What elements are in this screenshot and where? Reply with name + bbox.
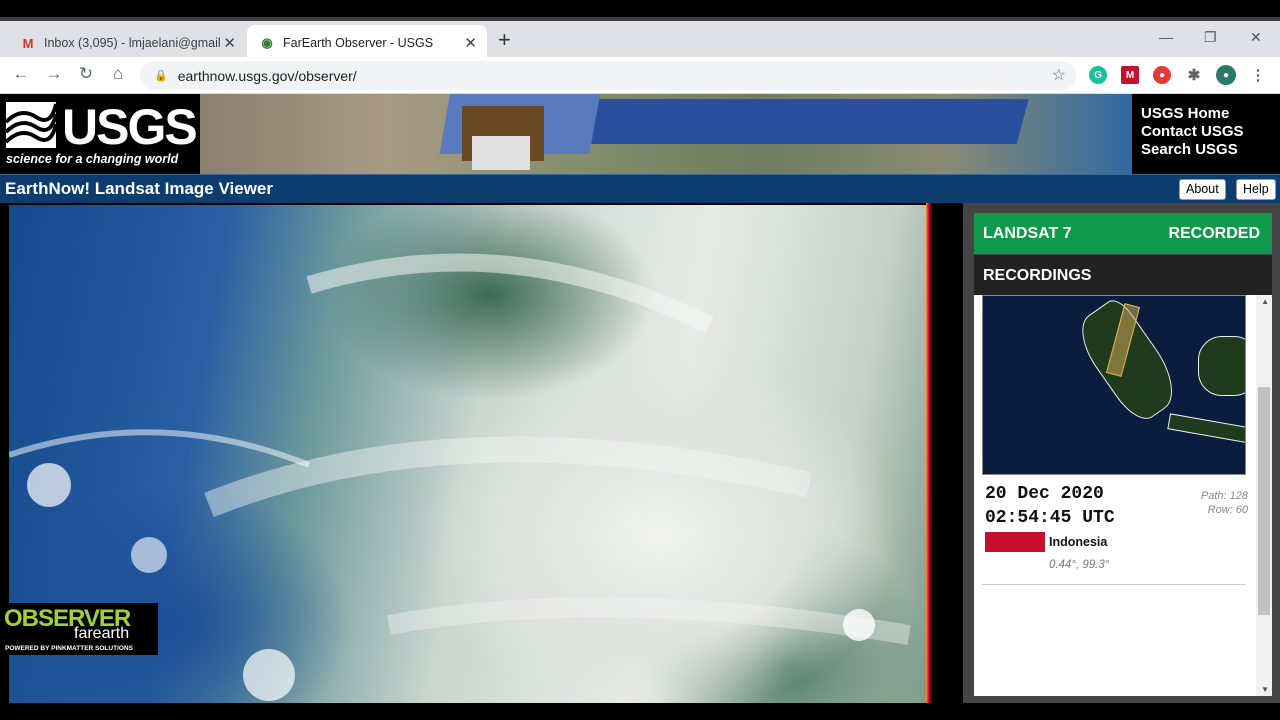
browser-toolbar: ← → ↻ ⌂ 🔒 earthnow.usgs.gov/observer/ ☆ … bbox=[0, 57, 1280, 94]
satellite-status-bar: LANDSAT 7 RECORDED bbox=[974, 213, 1272, 254]
close-tab-icon[interactable]: ✕ bbox=[464, 34, 477, 52]
browser-tabstrip: M Inbox (3,095) - lmjaelani@gmail.c ✕ ◉ … bbox=[0, 17, 1280, 61]
search-usgs-link[interactable]: Search USGS bbox=[1141, 141, 1244, 159]
window-top-edge bbox=[0, 0, 1280, 17]
usgs-tagline: science for a changing world bbox=[6, 152, 179, 166]
scroll-up-icon[interactable]: ▲ bbox=[1261, 297, 1269, 306]
forward-icon[interactable]: → bbox=[43, 64, 65, 84]
home-icon[interactable]: ⌂ bbox=[107, 64, 129, 84]
path-value: Path: 128 bbox=[1200, 490, 1248, 502]
adblock-icon[interactable]: ● bbox=[1153, 66, 1171, 84]
url-text: earthnow.usgs.gov/observer/ bbox=[177, 67, 357, 84]
lock-icon: 🔒 bbox=[154, 70, 168, 82]
close-tab-icon[interactable]: ✕ bbox=[223, 34, 236, 52]
java-landmass bbox=[1167, 413, 1245, 445]
row-value: Row: 60 bbox=[1207, 504, 1248, 516]
scene-edge bbox=[926, 203, 932, 703]
restore-icon[interactable]: ❐ bbox=[1204, 29, 1217, 46]
satellite-graphic bbox=[439, 94, 1029, 170]
gmail-icon: M bbox=[22, 35, 34, 51]
scroll-thumb[interactable] bbox=[1258, 387, 1270, 615]
tab-title: Inbox (3,095) - lmjaelani@gmail.c bbox=[44, 36, 220, 50]
page-title: EarthNow! Landsat Image Viewer bbox=[5, 179, 273, 198]
window-bottom-edge bbox=[0, 703, 1280, 720]
farearth-icon: ◉ bbox=[261, 35, 273, 50]
recording-date: 20 Dec 2020 bbox=[985, 484, 1104, 504]
image-viewer[interactable]: OBSERVER farearth POWERED BY PINKMATTER … bbox=[0, 203, 963, 703]
contact-usgs-link[interactable]: Contact USGS bbox=[1141, 123, 1244, 141]
avatar[interactable]: ● bbox=[1216, 65, 1236, 85]
scrollbar[interactable]: ▲ ▼ bbox=[1256, 295, 1272, 696]
new-tab-button[interactable]: + bbox=[498, 27, 511, 53]
screen: M Inbox (3,095) - lmjaelani@gmail.c ✕ ◉ … bbox=[0, 0, 1280, 720]
recording-datetime: 20 Dec 2020 02:54:45 UTC bbox=[985, 482, 1115, 530]
help-button[interactable]: Help bbox=[1236, 179, 1276, 200]
tab-gmail[interactable]: M Inbox (3,095) - lmjaelani@gmail.c ✕ bbox=[10, 25, 246, 61]
grammarly-icon[interactable]: G bbox=[1089, 66, 1107, 84]
tab-title: FarEarth Observer - USGS bbox=[283, 36, 434, 50]
usgs-wave-icon bbox=[6, 102, 58, 148]
usgs-banner: USGS science for a changing world USGS H… bbox=[0, 94, 1280, 174]
usgs-wordmark: USGS bbox=[62, 99, 198, 155]
borneo-landmass bbox=[1198, 336, 1245, 396]
path-row: Path: 128 Row: 60 bbox=[1201, 489, 1248, 517]
reload-icon[interactable]: ↻ bbox=[75, 64, 97, 84]
indonesia-flag-icon bbox=[985, 532, 1045, 552]
satellite-name: LANDSAT 7 bbox=[983, 225, 1072, 242]
usgs-logo[interactable]: USGS science for a changing world bbox=[4, 96, 198, 172]
extensions-icon[interactable]: ✱ bbox=[1185, 66, 1203, 84]
recording-time: 02:54:45 UTC bbox=[985, 508, 1115, 528]
tab-farearth[interactable]: ◉ FarEarth Observer - USGS ✕ bbox=[247, 25, 487, 61]
observer-farearth-logo: OBSERVER farearth POWERED BY PINKMATTER … bbox=[2, 603, 158, 655]
minimize-icon[interactable]: — bbox=[1159, 29, 1173, 45]
usgs-links: USGS Home Contact USGS Search USGS bbox=[1141, 105, 1244, 159]
scroll-down-icon[interactable]: ▼ bbox=[1261, 685, 1269, 694]
country-name: Indonesia bbox=[1049, 535, 1108, 549]
bookmark-star-icon[interactable]: ☆ bbox=[1052, 65, 1066, 85]
status-badge: RECORDED bbox=[1168, 225, 1260, 242]
recordings-header: RECORDINGS bbox=[974, 255, 1272, 295]
landsat-satellite-image bbox=[200, 94, 1132, 174]
menu-icon[interactable]: ⋮ bbox=[1249, 66, 1267, 84]
close-window-icon[interactable]: ✕ bbox=[1250, 29, 1262, 46]
usgs-home-link[interactable]: USGS Home bbox=[1141, 105, 1244, 123]
powered-by-text: POWERED BY PINKMATTER SOLUTIONS bbox=[5, 645, 133, 652]
back-icon[interactable]: ← bbox=[10, 64, 32, 84]
recordings-list[interactable]: 20 Dec 2020 02:54:45 UTC Path: 128 Row: … bbox=[974, 295, 1272, 696]
divider bbox=[982, 584, 1246, 585]
farearth-wordmark: farearth bbox=[74, 625, 130, 642]
about-button[interactable]: About bbox=[1179, 179, 1226, 200]
address-bar[interactable]: 🔒 earthnow.usgs.gov/observer/ ☆ bbox=[140, 61, 1076, 90]
app-titlebar: EarthNow! Landsat Image Viewer About Hel… bbox=[0, 174, 1280, 203]
recording-map-thumbnail[interactable] bbox=[982, 295, 1246, 475]
coordinates: 0.44°, 99.3° bbox=[1049, 559, 1110, 571]
sidebar: LANDSAT 7 RECORDED RECORDINGS 20 Dec 202… bbox=[963, 203, 1280, 703]
mendeley-icon[interactable]: M bbox=[1121, 66, 1139, 84]
